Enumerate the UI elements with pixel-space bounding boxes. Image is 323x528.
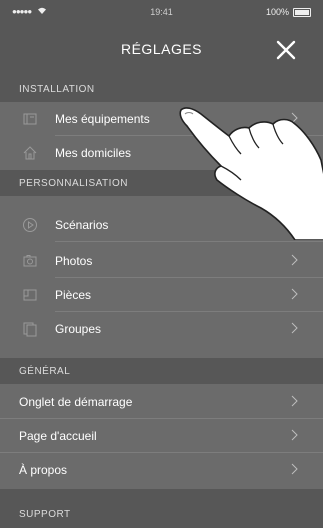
equipment-icon (23, 113, 37, 125)
row-label: Mes domiciles (55, 146, 132, 160)
header: RÉGLAGES (0, 24, 323, 76)
row-label: Photos (55, 254, 93, 268)
group-icon (23, 322, 37, 337)
divider (55, 241, 323, 242)
section-label: SUPPORT (19, 509, 71, 520)
chevron-right-icon (291, 254, 298, 266)
chevron-right-icon (291, 429, 298, 441)
section-label: PERSONNALISATION (19, 178, 128, 189)
pointing-hand-icon (179, 107, 323, 240)
row-label: Groupes (55, 322, 102, 336)
battery-percent: 100% (265, 7, 289, 17)
row-page-accueil[interactable]: Page d'accueil (0, 419, 323, 453)
chevron-right-icon (291, 322, 298, 334)
row-photos[interactable]: Photos (0, 244, 323, 278)
section-label: INSTALLATION (19, 84, 95, 95)
section-general: GÉNÉRAL (0, 358, 323, 384)
section-support: SUPPORT (0, 489, 323, 528)
row-pieces[interactable]: Pièces (0, 278, 323, 312)
chevron-right-icon (291, 288, 298, 300)
row-label: À propos (19, 463, 68, 477)
chevron-right-icon (291, 395, 298, 407)
battery-icon (293, 8, 311, 17)
play-icon (23, 218, 37, 232)
status-bar: ●●●●● 19:41 100% (0, 0, 323, 24)
row-onglet-demarrage[interactable]: Onglet de démarrage (0, 385, 323, 419)
camera-icon (23, 255, 37, 267)
room-icon (23, 289, 37, 301)
row-a-propos[interactable]: À propos (0, 453, 323, 487)
row-label: Onglet de démarrage (19, 395, 133, 409)
row-label: Page d'accueil (19, 429, 97, 443)
chevron-right-icon (291, 463, 298, 475)
row-label: Mes équipements (55, 112, 150, 126)
row-groupes[interactable]: Groupes (0, 312, 323, 346)
row-label: Scénarios (55, 218, 109, 232)
close-button[interactable] (272, 36, 300, 64)
section-label: GÉNÉRAL (19, 366, 71, 377)
row-label: Pièces (55, 288, 92, 302)
home-icon (23, 146, 37, 160)
close-icon (276, 40, 296, 60)
section-installation: INSTALLATION (0, 76, 323, 102)
